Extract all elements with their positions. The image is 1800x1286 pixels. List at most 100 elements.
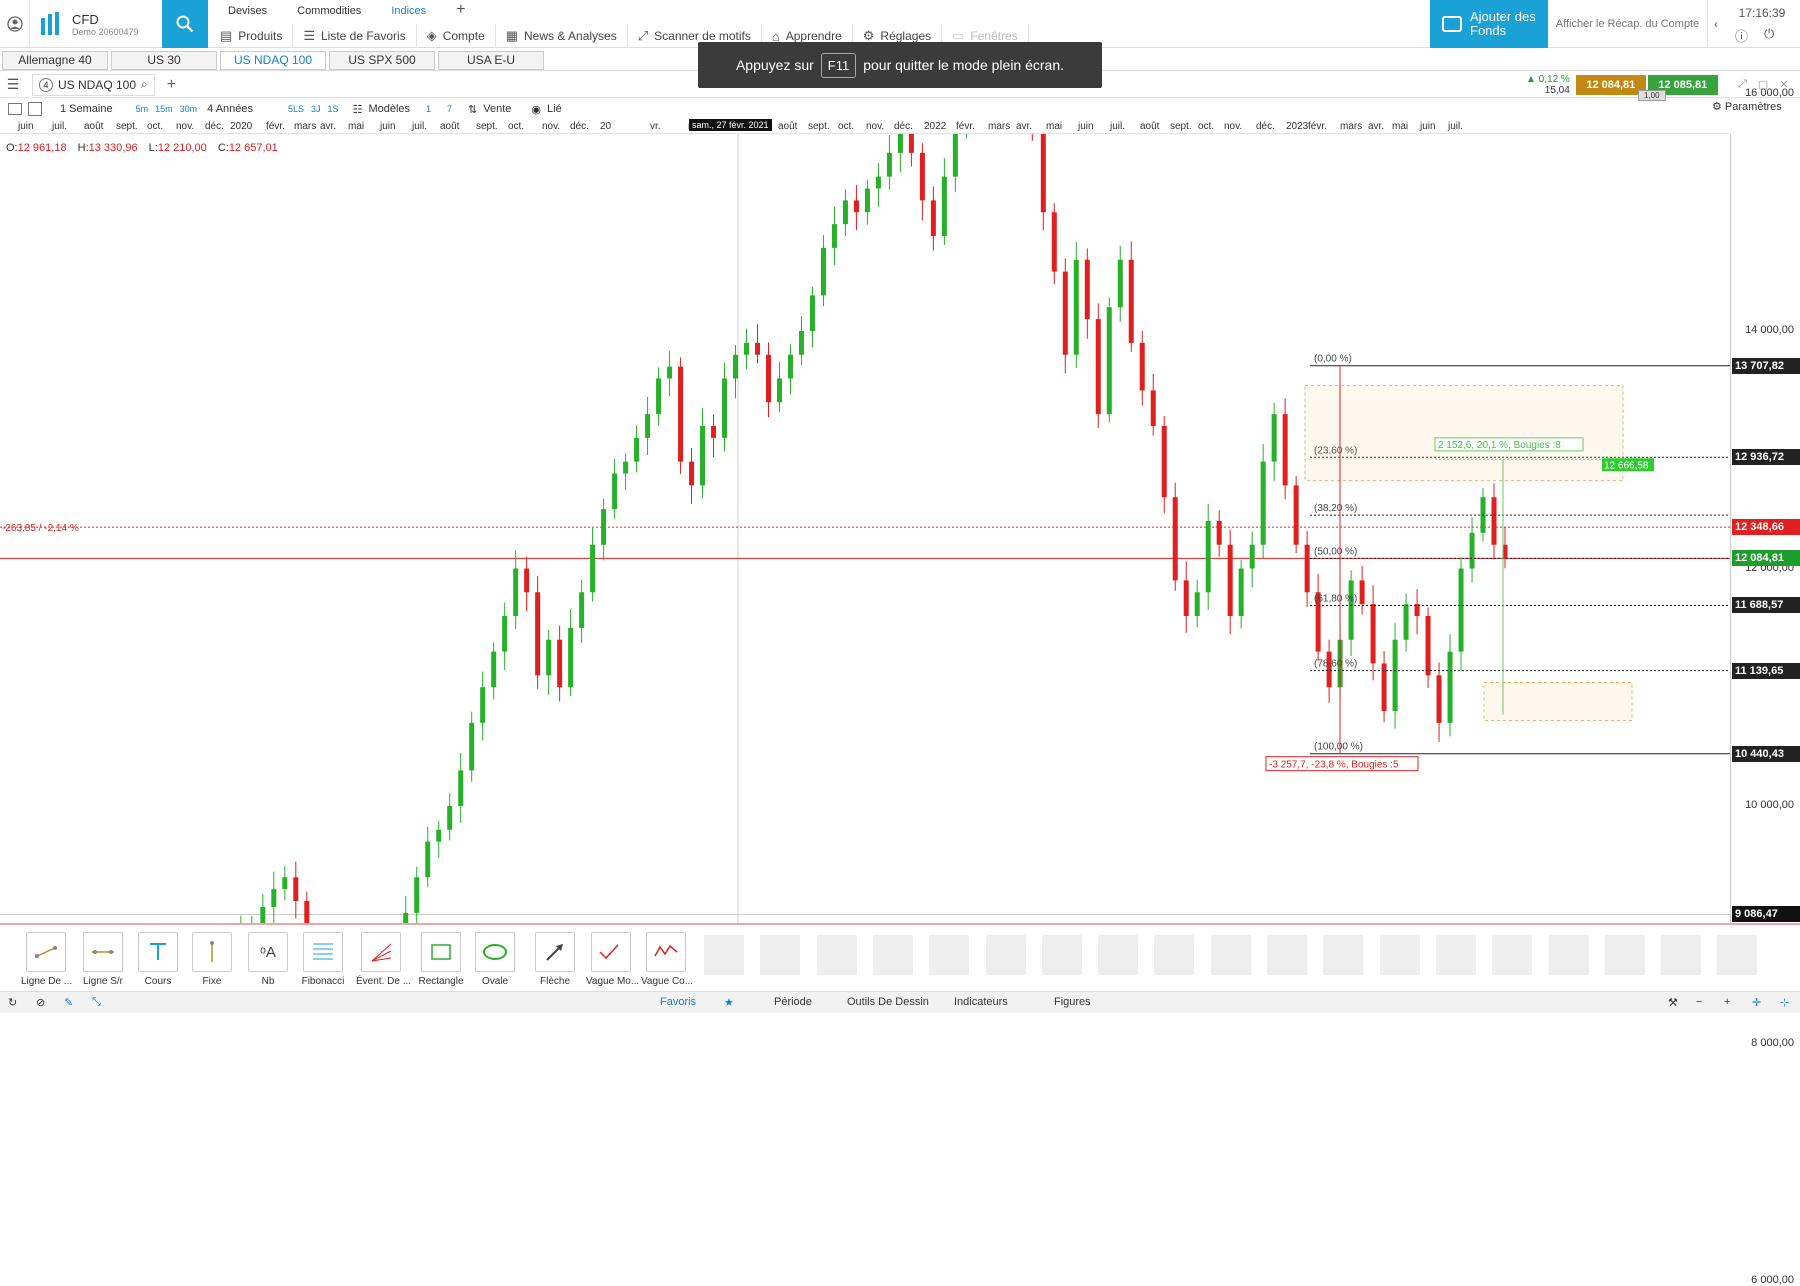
empty-tool-slot[interactable] (929, 935, 970, 975)
t2-5ls[interactable]: 5LS (288, 104, 304, 114)
sell-toggle[interactable]: Vente (483, 103, 511, 115)
linked-toggle[interactable]: Lié (547, 103, 562, 115)
empty-tool-slot[interactable] (1661, 935, 1702, 975)
empty-tool-slot[interactable] (1435, 935, 1476, 975)
fan-icon (361, 932, 401, 972)
tab-us-spx-500[interactable]: US SPX 500 (329, 51, 435, 70)
empty-tool-slot[interactable] (1041, 935, 1082, 975)
empty-tool-slot[interactable] (985, 935, 1026, 975)
tab-drawing-tools[interactable]: Outils De Dessin (847, 996, 929, 1008)
brand-logo-icon (41, 12, 59, 35)
tool-fibonacci[interactable]: Fibonacci (298, 932, 348, 987)
tab-periode[interactable]: Période (774, 996, 812, 1008)
account-recap-link[interactable]: Afficher le Récap. du Compte (1548, 0, 1708, 48)
candle-body (1238, 568, 1244, 616)
search-icon[interactable]: ⌕ (141, 77, 148, 92)
menu-produits[interactable]: ▤ Produits (210, 24, 294, 48)
menu-news[interactable]: ▦ News & Analyses (496, 24, 628, 48)
tab-us-30[interactable]: US 30 (111, 51, 217, 70)
empty-tool-slot[interactable] (1379, 935, 1420, 975)
category-commodities[interactable]: Commodities (281, 0, 375, 22)
model-1[interactable]: 1 (426, 104, 431, 114)
split-icon[interactable]: ⊹ (1780, 996, 1789, 1009)
empty-tool-slot[interactable] (704, 935, 744, 975)
tool-price[interactable]: Cours (133, 932, 183, 987)
tab-us-ndaq-100[interactable]: US NDAQ 100 (220, 51, 326, 70)
cancel-icon[interactable]: ⊘ (36, 996, 45, 1009)
sidebar-toggle-icon[interactable] (8, 103, 22, 115)
t2-1s[interactable]: 1S (328, 104, 339, 114)
parameters-button[interactable]: ⚙ Paramètres (1712, 100, 1782, 113)
info-icon[interactable]: ⓘ (1735, 26, 1748, 45)
model-7[interactable]: 7 (447, 104, 452, 114)
models-menu[interactable]: Modèles (368, 103, 410, 115)
empty-tool-slot[interactable] (1717, 935, 1758, 975)
candle-body (1183, 580, 1189, 616)
tool-wave[interactable]: Vague Mo... (586, 932, 639, 987)
add-funds-button[interactable]: Ajouter des Fonds (1430, 0, 1548, 48)
candle-body (645, 414, 651, 438)
sell-price-button[interactable]: 12 084,81 (1575, 75, 1646, 95)
empty-tool-slot[interactable] (816, 935, 857, 975)
chevron-left-icon[interactable]: ‹ (1708, 0, 1724, 48)
add-category-button[interactable]: + (440, 0, 479, 22)
trendline-icon (26, 932, 66, 972)
tool-sr-line[interactable]: Ligne S/r (78, 932, 128, 987)
time-tick: vr. (650, 121, 661, 132)
favorites-tab[interactable]: Favoris (660, 996, 696, 1008)
symbol-selector[interactable]: 4 US NDAQ 100 ⌕ (32, 73, 155, 96)
empty-tool-slot[interactable] (1323, 935, 1364, 975)
tool-arrow[interactable]: Flèche (530, 932, 580, 987)
menu-favoris[interactable]: ☰ Liste de Favoris (293, 24, 417, 48)
crosshair-icon[interactable]: ✛ (1752, 996, 1761, 1009)
tab-indicators[interactable]: Indicateurs (954, 996, 1008, 1008)
hamburger-icon[interactable]: ☰ (0, 76, 26, 93)
star-icon[interactable]: ★ (724, 996, 734, 1009)
tool-fixed[interactable]: Fixe (187, 932, 237, 987)
tab-usa-eu[interactable]: USA E-U (438, 51, 544, 70)
empty-tool-slot[interactable] (1604, 935, 1645, 975)
tf-15m[interactable]: 15m (155, 104, 173, 114)
layout-grid-icon[interactable] (28, 102, 42, 116)
period-select[interactable]: 1 Semaine (60, 103, 113, 115)
tool-trendline[interactable]: Ligne De ... (21, 932, 72, 987)
time-tick: déc. (1256, 121, 1275, 132)
empty-tool-slot[interactable] (1154, 935, 1195, 975)
empty-tool-slot[interactable] (1492, 935, 1533, 975)
tool-rectangle[interactable]: Rectangle (416, 932, 466, 987)
price-chart[interactable]: -263,85 / -2,14 %(0,00 %)(23,60 %)(38,20… (0, 134, 1730, 923)
tool-wave-correction[interactable]: Vague Co... (641, 932, 693, 987)
empty-tool-slot[interactable] (1210, 935, 1251, 975)
tf-30m[interactable]: 30m (180, 104, 198, 114)
add-chart-button[interactable]: + (167, 76, 176, 94)
empty-tool-slot[interactable] (1267, 935, 1307, 975)
tab-figures[interactable]: Figures (1054, 996, 1091, 1008)
t2-3j[interactable]: 3J (311, 104, 321, 114)
category-devises[interactable]: Devises (212, 0, 281, 22)
power-icon[interactable]: ⏻ (1764, 26, 1774, 45)
refresh-icon[interactable]: ↻ (8, 996, 17, 1009)
tool-oval[interactable]: Ovale (470, 932, 520, 987)
pencil-icon[interactable]: ✎ (64, 996, 73, 1009)
zoom-out-icon[interactable]: − (1696, 996, 1702, 1008)
price-axis[interactable]: 18 000,0016 000,0014 000,0012 000,0010 0… (1730, 87, 1800, 1286)
empty-tool-slot[interactable] (1098, 935, 1139, 975)
candle-body (820, 247, 826, 296)
settings-tools-icon[interactable]: ⚒ (1668, 996, 1678, 1009)
cursor-icon[interactable]: ⤡ (92, 996, 101, 1009)
empty-tool-slot[interactable] (872, 935, 913, 975)
candle-body (853, 200, 859, 213)
zoom-in-icon[interactable]: + (1724, 996, 1730, 1008)
empty-tool-slot[interactable] (1548, 935, 1589, 975)
tool-text[interactable]: ᵒA Nb (243, 932, 293, 987)
tab-allemagne-40[interactable]: Allemagne 40 (2, 51, 108, 70)
time-tick: juin (380, 121, 396, 132)
tool-fan[interactable]: Évent. De ... (356, 932, 411, 987)
category-indices[interactable]: Indices (375, 0, 440, 22)
search-button[interactable] (162, 0, 208, 48)
user-icon[interactable] (0, 0, 30, 48)
menu-compte[interactable]: ◈ Compte (417, 24, 496, 48)
range-select[interactable]: 4 Années (207, 103, 253, 115)
tf-5m[interactable]: 5m (136, 104, 149, 114)
empty-tool-slot[interactable] (760, 935, 801, 975)
